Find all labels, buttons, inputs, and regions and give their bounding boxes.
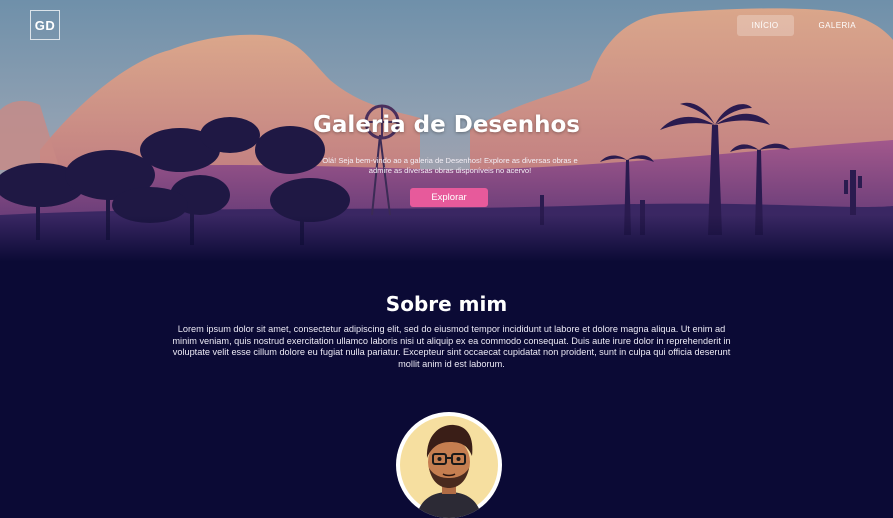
explore-button[interactable]: Explorar [410,188,488,207]
hero-section: GD INÍCIO GALERIA Galeria de Desenhos Ol… [0,0,893,262]
about-title: Sobre mim [385,292,508,316]
site-logo[interactable]: GD [30,10,60,40]
avatar [396,412,502,518]
avatar-illustration [400,416,498,518]
main-nav: INÍCIO GALERIA [736,15,871,36]
about-text: Lorem ipsum dolor sit amet, consectetur … [172,324,731,369]
nav-item-galeria[interactable]: GALERIA [804,15,871,36]
hero-description: Olá! Seja bem-vindo ao a galeria de Dese… [322,156,578,175]
nav-item-inicio[interactable]: INÍCIO [736,15,794,36]
hero-title: Galeria de Desenhos [313,112,580,138]
